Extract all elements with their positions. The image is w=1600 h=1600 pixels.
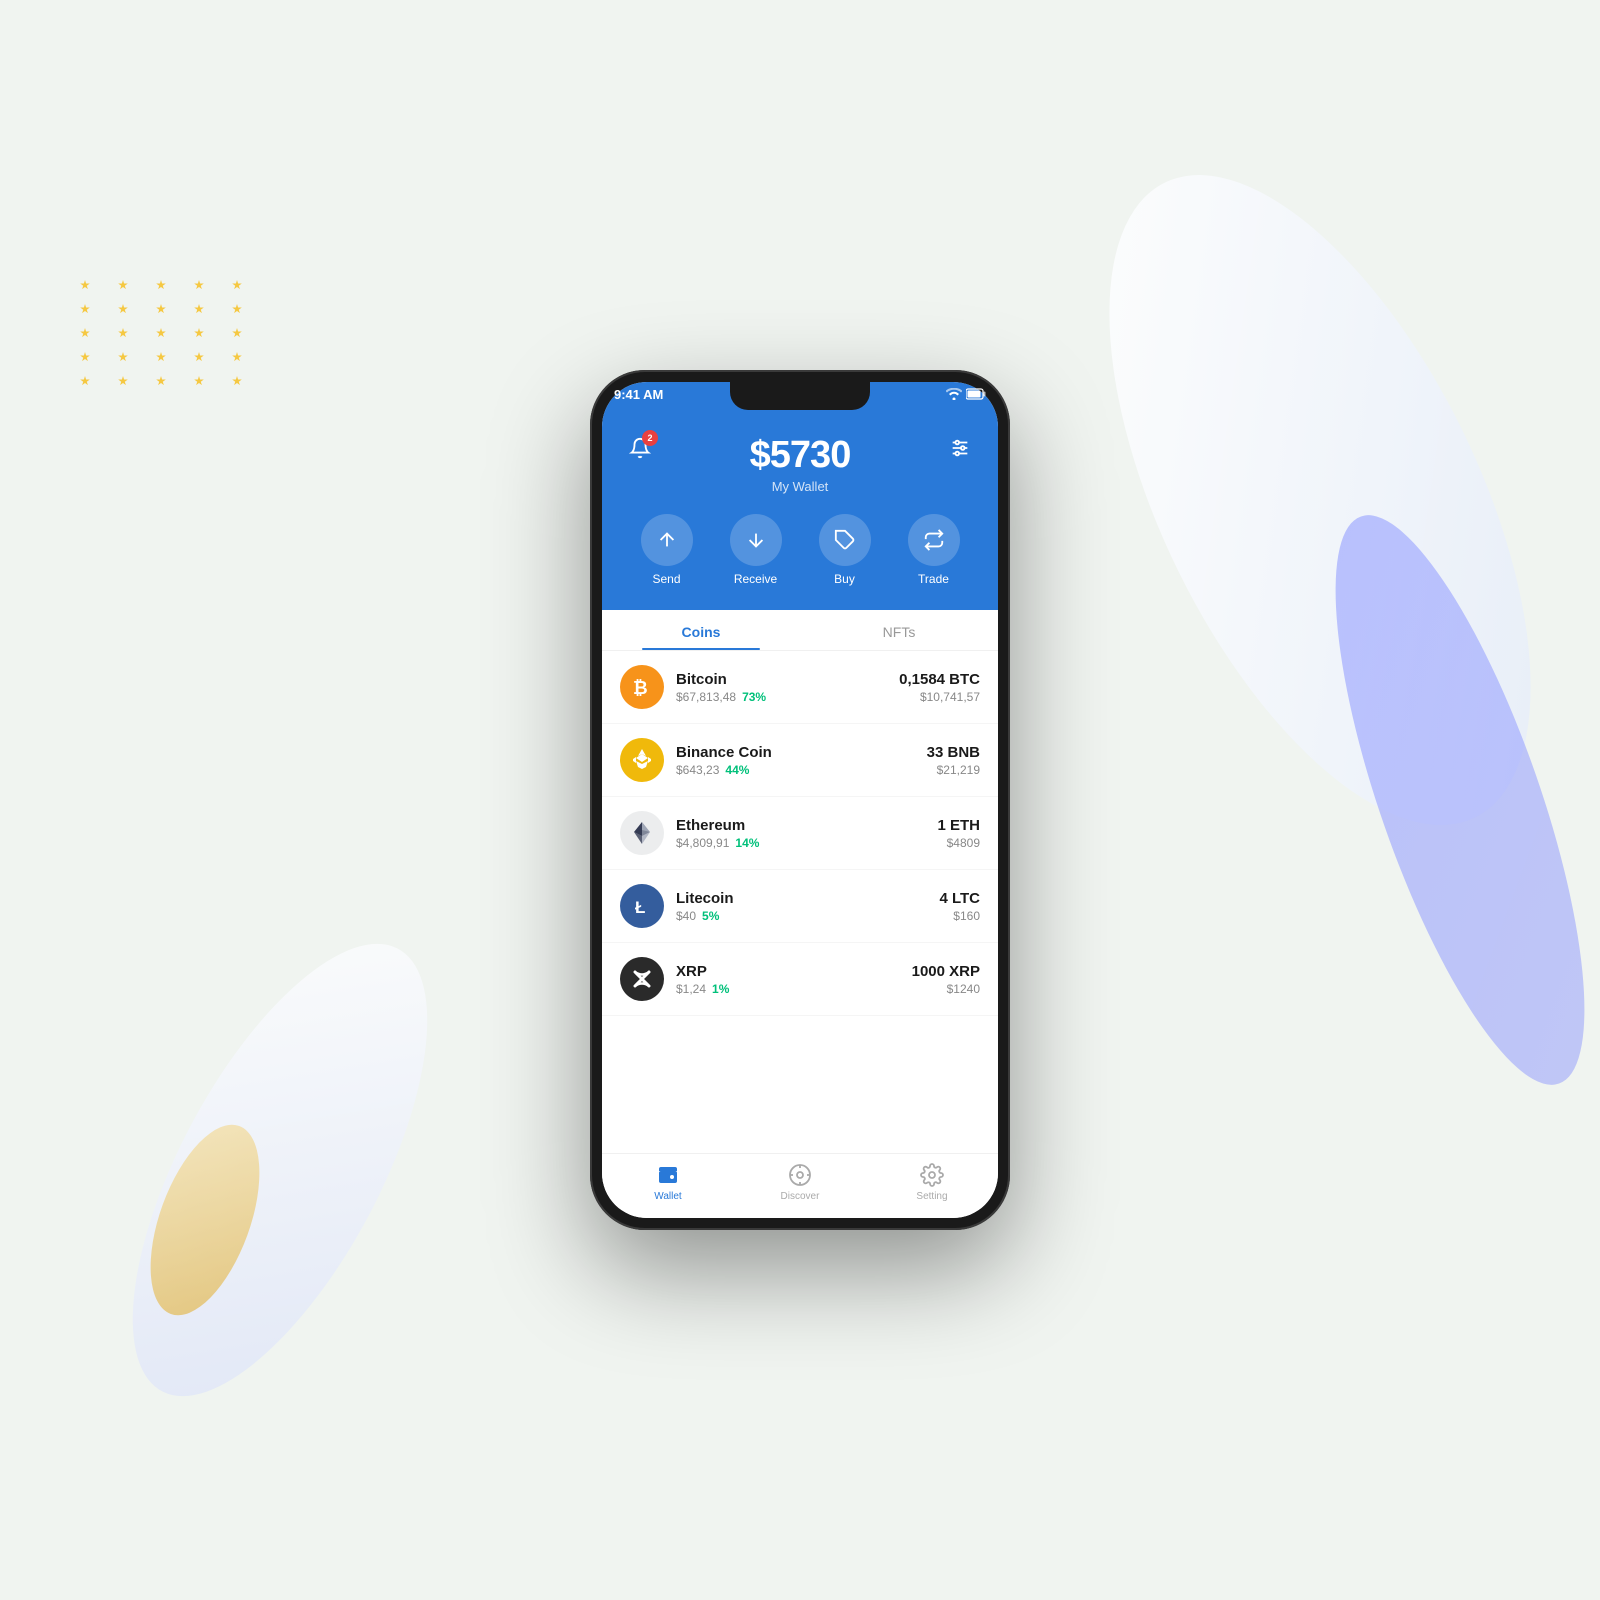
status-icons xyxy=(946,388,986,400)
phone-screen: 2 $5730 xyxy=(602,382,998,1218)
send-icon xyxy=(656,529,678,551)
xrp-change: 1% xyxy=(712,982,729,996)
buy-button[interactable]: Buy xyxy=(819,514,871,586)
wallet-icon xyxy=(655,1162,681,1188)
xrp-value: $1240 xyxy=(912,982,980,996)
setting-icon xyxy=(919,1162,945,1188)
coin-list: ₿ Bitcoin $67,813,48 73% 0,1584 BTC $10,… xyxy=(602,651,998,1153)
filter-icon xyxy=(949,437,971,459)
bnb-price: $643,23 xyxy=(676,763,719,777)
xrp-info: XRP $1,24 1% xyxy=(676,963,912,996)
xrp-price-row: $1,24 1% xyxy=(676,982,912,996)
send-icon-bg xyxy=(641,514,693,566)
coin-item-eth[interactable]: Ethereum $4,809,91 14% 1 ETH $4809 xyxy=(602,797,998,870)
ltc-price-row: $40 5% xyxy=(676,909,939,923)
bnb-info: Binance Coin $643,23 44% xyxy=(676,744,927,777)
ltc-amounts: 4 LTC $160 xyxy=(939,890,980,923)
coin-item-bnb[interactable]: Binance Coin $643,23 44% 33 BNB $21,219 xyxy=(602,724,998,797)
ribbon-white2-decoration xyxy=(77,888,483,1452)
setting-nav-label: Setting xyxy=(916,1191,947,1202)
settings-button[interactable] xyxy=(942,430,978,466)
svg-text:₿: ₿ xyxy=(633,678,648,698)
buy-icon-bg xyxy=(819,514,871,566)
notification-button[interactable]: 2 xyxy=(622,430,658,466)
btc-price: $67,813,48 xyxy=(676,690,736,704)
nav-discover[interactable]: Discover xyxy=(734,1162,866,1202)
tab-coins[interactable]: Coins xyxy=(602,610,800,650)
coin-item-xrp[interactable]: XRP $1,24 1% 1000 XRP $1240 xyxy=(602,943,998,1016)
trade-button[interactable]: Trade xyxy=(908,514,960,586)
bnb-name: Binance Coin xyxy=(676,744,927,761)
xrp-qty: 1000 XRP xyxy=(912,963,980,980)
bnb-price-row: $643,23 44% xyxy=(676,763,927,777)
svg-text:Ł: Ł xyxy=(635,898,645,917)
ltc-change: 5% xyxy=(702,909,719,923)
ltc-name: Litecoin xyxy=(676,890,939,907)
status-bar: 9:41 AM xyxy=(614,384,986,404)
balance-label: My Wallet xyxy=(772,479,829,494)
eth-price: $4,809,91 xyxy=(676,836,729,850)
xrp-amounts: 1000 XRP $1240 xyxy=(912,963,980,996)
status-time: 9:41 AM xyxy=(614,387,663,402)
discover-nav-label: Discover xyxy=(781,1191,820,1202)
bnb-amounts: 33 BNB $21,219 xyxy=(927,744,980,777)
eth-logo xyxy=(620,811,664,855)
trade-label: Trade xyxy=(918,572,949,586)
bottom-nav: Wallet Discover xyxy=(602,1153,998,1218)
eth-value: $4809 xyxy=(937,836,980,850)
btc-amounts: 0,1584 BTC $10,741,57 xyxy=(899,671,980,704)
receive-label: Receive xyxy=(734,572,777,586)
btc-logo: ₿ xyxy=(620,665,664,709)
buy-label: Buy xyxy=(834,572,855,586)
buy-icon xyxy=(834,529,856,551)
discover-icon xyxy=(787,1162,813,1188)
send-button[interactable]: Send xyxy=(641,514,693,586)
eth-qty: 1 ETH xyxy=(937,817,980,834)
eth-info: Ethereum $4,809,91 14% xyxy=(676,817,937,850)
nav-setting[interactable]: Setting xyxy=(866,1162,998,1202)
xrp-logo xyxy=(620,957,664,1001)
ltc-price: $40 xyxy=(676,909,696,923)
coin-item-ltc[interactable]: Ł Litecoin $40 5% 4 LTC $160 xyxy=(602,870,998,943)
tab-nfts[interactable]: NFTs xyxy=(800,610,998,650)
eth-amounts: 1 ETH $4809 xyxy=(937,817,980,850)
tabs-row: Coins NFTs xyxy=(602,610,998,651)
btc-info: Bitcoin $67,813,48 73% xyxy=(676,671,899,704)
eth-change: 14% xyxy=(735,836,759,850)
ltc-value: $160 xyxy=(939,909,980,923)
send-label: Send xyxy=(652,572,680,586)
xrp-name: XRP xyxy=(676,963,912,980)
trade-icon-bg xyxy=(908,514,960,566)
btc-qty: 0,1584 BTC xyxy=(899,671,980,688)
eth-name: Ethereum xyxy=(676,817,937,834)
wallet-nav-label: Wallet xyxy=(654,1191,681,1202)
header: 2 $5730 xyxy=(602,382,998,610)
ltc-qty: 4 LTC xyxy=(939,890,980,907)
receive-button[interactable]: Receive xyxy=(730,514,782,586)
ltc-info: Litecoin $40 5% xyxy=(676,890,939,923)
btc-change: 73% xyxy=(742,690,766,704)
receive-icon xyxy=(745,529,767,551)
bg-decoration xyxy=(80,280,256,386)
coin-item-btc[interactable]: ₿ Bitcoin $67,813,48 73% 0,1584 BTC $10,… xyxy=(602,651,998,724)
header-icons-row: 2 xyxy=(622,430,978,466)
bnb-value: $21,219 xyxy=(927,763,980,777)
bnb-change: 44% xyxy=(725,763,749,777)
trade-icon xyxy=(923,529,945,551)
eth-price-row: $4,809,91 14% xyxy=(676,836,937,850)
ltc-logo: Ł xyxy=(620,884,664,928)
bnb-qty: 33 BNB xyxy=(927,744,980,761)
notification-badge: 2 xyxy=(642,430,658,446)
receive-icon-bg xyxy=(730,514,782,566)
wifi-icon xyxy=(946,388,962,400)
bnb-logo xyxy=(620,738,664,782)
phone-frame: 9:41 AM xyxy=(590,370,1010,1230)
btc-value: $10,741,57 xyxy=(899,690,980,704)
btc-price-row: $67,813,48 73% xyxy=(676,690,899,704)
btc-name: Bitcoin xyxy=(676,671,899,688)
xrp-price: $1,24 xyxy=(676,982,706,996)
nav-wallet[interactable]: Wallet xyxy=(602,1162,734,1202)
action-buttons-row: Send Receive xyxy=(622,514,978,586)
battery-icon xyxy=(966,388,986,400)
